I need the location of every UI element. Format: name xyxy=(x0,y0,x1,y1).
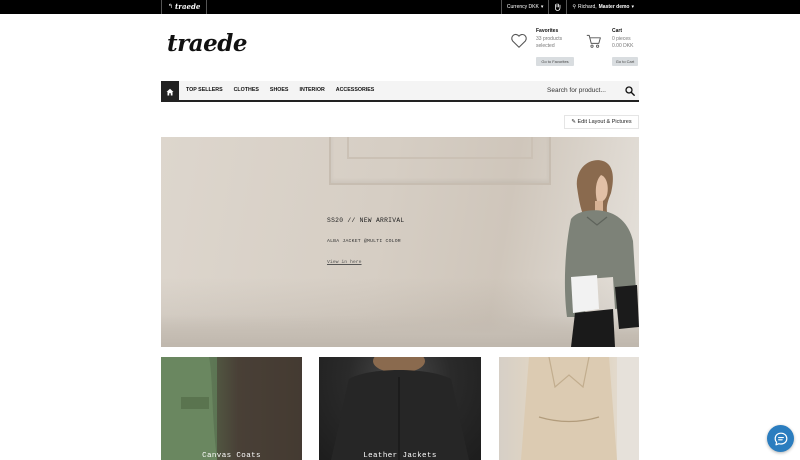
favorites-title: Favorites xyxy=(536,28,559,34)
hero-banner[interactable]: SS20 // NEW ARRIVAL ALBA JACKET @MULTI C… xyxy=(161,137,639,347)
edit-layout-button[interactable]: ✎ Edit Layout & Pictures xyxy=(564,115,639,129)
currency-label: Currency DKK xyxy=(506,4,539,10)
cart-title: Cart xyxy=(612,28,623,34)
heart-icon[interactable] xyxy=(510,32,528,50)
edit-layout-label: Edit Layout & Pictures xyxy=(577,119,632,125)
hand-icon-button[interactable] xyxy=(548,0,566,14)
nav-menu: TOP SELLERS CLOTHES SHOES INTERIOR ACCES… xyxy=(186,81,374,100)
user-icon: ⚲ xyxy=(572,4,577,10)
pencil-icon: ✎ xyxy=(571,119,576,125)
chat-bubble-icon xyxy=(774,432,787,445)
user-menu[interactable]: ⚲ Richard, Master demo ▾ xyxy=(566,0,639,14)
go-to-favorites-button[interactable]: Go to Favorites xyxy=(536,57,574,66)
category-tile-beige[interactable] xyxy=(499,357,639,460)
favorites-summary: Favorites 33 products selected xyxy=(536,28,562,51)
cart-icon[interactable] xyxy=(586,33,602,49)
nav-item-top-sellers[interactable]: TOP SELLERS xyxy=(186,81,223,100)
cart-pieces: 0 pieces xyxy=(612,35,631,42)
chat-button[interactable] xyxy=(767,425,794,452)
canvas-coats-image xyxy=(161,357,302,460)
category-tile-leather-jackets[interactable]: Leather Jackets xyxy=(319,357,481,460)
favorites-count: 33 products xyxy=(536,35,563,42)
back-to-traede-link[interactable]: ↰ traede xyxy=(161,0,208,14)
top-bar: ↰ traede Currency DKK ▾ ⚲ Richard, Maste… xyxy=(0,0,800,14)
nav-item-interior[interactable]: INTERIOR xyxy=(299,81,324,100)
traede-logo[interactable]: traede xyxy=(167,30,248,57)
nav-item-shoes[interactable]: SHOES xyxy=(270,81,289,100)
back-link-label: traede xyxy=(175,2,201,11)
user-greeting: Richard, xyxy=(578,4,597,10)
hero-view-link[interactable]: View in here xyxy=(327,260,362,265)
chevron-down-icon: ▾ xyxy=(540,4,544,10)
chevron-down-icon: ▾ xyxy=(631,4,634,10)
cart-total: 0.00 DKK xyxy=(612,43,634,49)
go-to-cart-button[interactable]: Go to Cart xyxy=(612,57,638,66)
search-icon[interactable] xyxy=(625,86,635,96)
currency-selector[interactable]: Currency DKK ▾ xyxy=(500,0,548,14)
user-name: Master demo xyxy=(598,4,630,10)
hero-wall-panel-inner xyxy=(347,137,533,159)
nav-item-clothes[interactable]: CLOTHES xyxy=(234,81,259,100)
hero-model-image xyxy=(564,160,639,347)
main-nav: TOP SELLERS CLOTHES SHOES INTERIOR ACCES… xyxy=(161,81,639,102)
search-input[interactable]: Search for product... xyxy=(547,81,606,101)
leather-jackets-image xyxy=(331,357,469,460)
home-button[interactable] xyxy=(161,81,179,102)
favorites-count-suffix: selected xyxy=(536,43,555,49)
category-label: Canvas Coats xyxy=(202,452,261,460)
cart-summary: Cart 0 pieces 0.00 DKK xyxy=(612,28,633,51)
back-arrow-icon: ↰ xyxy=(168,4,174,10)
beige-outfit-image xyxy=(521,357,639,460)
category-tile-canvas-coats[interactable]: Canvas Coats xyxy=(161,357,302,460)
category-label: Leather Jackets xyxy=(363,452,437,460)
home-icon xyxy=(166,88,174,95)
hand-icon xyxy=(555,3,561,11)
nav-item-accessories[interactable]: ACCESSORIES xyxy=(336,81,375,100)
hero-title: SS20 // NEW ARRIVAL xyxy=(327,217,405,224)
hero-subtitle: ALBA JACKET @MULTI COLOR xyxy=(327,239,401,244)
